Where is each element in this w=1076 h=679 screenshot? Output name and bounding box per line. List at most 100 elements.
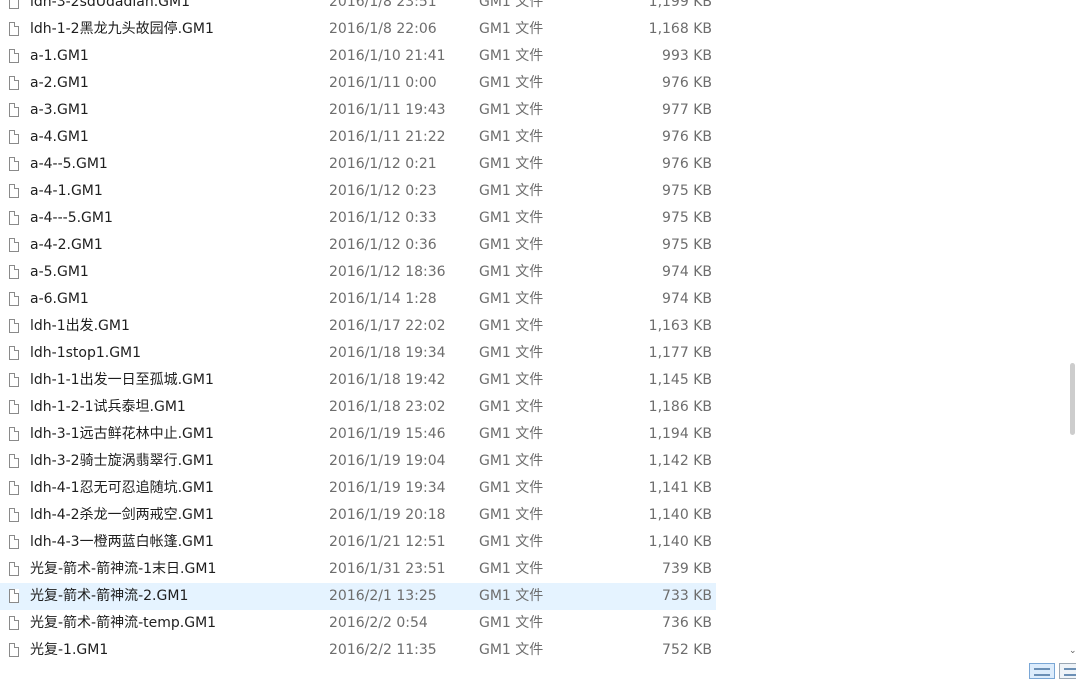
file-type: GM1 文件 [479,399,544,415]
file-name: a-4-1.GM1 [30,183,103,199]
file-row[interactable]: ldh-4-1忍无可忍追随坑.GM1 2016/1/19 19:34 GM1 文件 1… [0,475,720,502]
scroll-down-arrow-icon[interactable]: ⌄ [1069,646,1076,656]
file-name: 光复-箭术-箭神流-temp.GM1 [30,615,217,631]
file-type: GM1 文件 [479,507,544,523]
file-name: ldh-4-1忍无可忍追随坑.GM1 [30,480,214,496]
file-date-modified: 2016/1/18 23:02 [329,399,446,415]
file-date-modified: 2016/1/11 19:43 [329,102,446,118]
file-size: 1,199 KB [648,0,712,10]
file-row[interactable]: a-2.GM1 2016/1/11 0:00 GM1 文件 976 KB [0,70,720,97]
file-date-modified: 2016/1/14 1:28 [329,291,437,307]
file-type: GM1 文件 [479,345,544,361]
file-date-modified: 2016/1/18 19:34 [329,345,446,361]
file-type: GM1 文件 [479,615,544,631]
vertical-scrollbar[interactable]: ⌄ [1068,0,1076,664]
scrollbar-thumb[interactable] [1070,363,1075,435]
file-row[interactable]: 光复-箭术-箭神流-1末日.GM1 2016/1/31 23:51 GM1 文件 73… [0,556,720,583]
file-size: 1,163 KB [648,318,712,334]
file-row[interactable]: a-4-1.GM1 2016/1/12 0:23 GM1 文件 975 KB [0,178,720,205]
large-icons-view-button[interactable] [1059,663,1076,679]
file-size: 1,145 KB [648,372,712,388]
file-size: 974 KB [662,291,712,307]
file-date-modified: 2016/1/19 19:34 [329,480,446,496]
file-icon [9,400,19,414]
file-icon [9,157,19,171]
file-row[interactable]: ldh-1-2-1试兵泰坦.GM1 2016/1/18 23:02 GM1 文件 1,… [0,394,720,421]
file-row[interactable]: 光复-1.GM1 2016/2/2 11:35 GM1 文件 752 KB [0,637,720,664]
file-row[interactable]: 光复-箭术-箭神流-temp.GM1 2016/2/2 0:54 GM1 文件 736… [0,610,720,637]
details-view-button[interactable] [1029,663,1055,679]
file-icon [9,454,19,468]
file-size: 977 KB [662,102,712,118]
file-row[interactable]: ldh-3-1远古鲜花林中止.GM1 2016/1/19 15:46 GM1 文件 1… [0,421,720,448]
file-name: a-1.GM1 [30,48,89,64]
file-row[interactable]: a-1.GM1 2016/1/10 21:41 GM1 文件 993 KB [0,43,720,70]
file-icon [9,373,19,387]
large-icons-view-icon [1064,668,1076,676]
file-row[interactable]: a-4.GM1 2016/1/11 21:22 GM1 文件 976 KB [0,124,720,151]
file-icon [9,22,19,36]
file-size: 976 KB [662,129,712,145]
file-row[interactable]: ldh-3-2骑士旋涡翡翠行.GM1 2016/1/19 19:04 GM1 文件 1… [0,448,720,475]
file-date-modified: 2016/1/17 22:02 [329,318,446,334]
file-row[interactable]: a-4---5.GM1 2016/1/12 0:33 GM1 文件 975 KB [0,205,720,232]
file-row[interactable]: ldh-3-2sdUdadian.GM1 2016/1/8 23:51 GM1 文件… [0,0,720,16]
file-name: a-4.GM1 [30,129,89,145]
file-size: 739 KB [662,561,712,577]
file-date-modified: 2016/1/19 15:46 [329,426,446,442]
file-date-modified: 2016/1/12 0:36 [329,237,437,253]
file-name: ldh-3-2骑士旋涡翡翠行.GM1 [30,453,214,469]
file-type: GM1 文件 [479,534,544,550]
file-icon [9,265,19,279]
file-name: a-6.GM1 [30,291,89,307]
file-row[interactable]: a-5.GM1 2016/1/12 18:36 GM1 文件 974 KB [0,259,720,286]
file-icon [9,76,19,90]
file-date-modified: 2016/1/11 21:22 [329,129,446,145]
file-type: GM1 文件 [479,372,544,388]
file-name: a-5.GM1 [30,264,89,280]
file-size: 976 KB [662,156,712,172]
file-row[interactable]: a-3.GM1 2016/1/11 19:43 GM1 文件 977 KB [0,97,720,124]
file-icon [9,0,19,9]
file-size: 733 KB [662,588,712,604]
file-name: a-3.GM1 [30,102,89,118]
file-row[interactable]: a-4-2.GM1 2016/1/12 0:36 GM1 文件 975 KB [0,232,720,259]
file-name: ldh-3-1远古鲜花林中止.GM1 [30,426,214,442]
file-size: 993 KB [662,48,712,64]
file-row[interactable]: ldh-4-3一橙两蓝白帐篷.GM1 2016/1/21 12:51 GM1 文件 1… [0,529,720,556]
file-icon [9,589,19,603]
file-name: 光复-1.GM1 [30,642,109,658]
file-name: 光复-箭术-箭神流-2.GM1 [30,588,189,604]
file-type: GM1 文件 [479,237,544,253]
file-row[interactable]: a-4--5.GM1 2016/1/12 0:21 GM1 文件 976 KB [0,151,720,178]
file-row[interactable]: ldh-1-1出发一日至孤城.GM1 2016/1/18 19:42 GM1 文件 1… [0,367,720,394]
file-type: GM1 文件 [479,480,544,496]
file-date-modified: 2016/1/12 18:36 [329,264,446,280]
file-name: ldh-1stop1.GM1 [30,345,142,361]
file-icon [9,643,19,657]
file-type: GM1 文件 [479,561,544,577]
file-row[interactable]: a-6.GM1 2016/1/14 1:28 GM1 文件 974 KB [0,286,720,313]
file-date-modified: 2016/1/8 23:51 [329,0,437,10]
file-row[interactable]: ldh-1-2黑龙九头故园停.GM1 2016/1/8 22:06 GM1 文件 1,… [0,16,720,43]
file-name: a-2.GM1 [30,75,89,91]
file-icon [9,238,19,252]
file-row[interactable]: ldh-1出发.GM1 2016/1/17 22:02 GM1 文件 1,163 KB [0,313,720,340]
file-type: GM1 文件 [479,48,544,64]
file-name: a-4-2.GM1 [30,237,103,253]
file-type: GM1 文件 [479,210,544,226]
file-row[interactable]: ldh-1stop1.GM1 2016/1/18 19:34 GM1 文件 1,177… [0,340,720,367]
file-name: a-4---5.GM1 [30,210,113,226]
file-size: 1,140 KB [648,534,712,550]
file-size: 1,141 KB [648,480,712,496]
file-list: ldh-3-2sdUdadian.GM1 2016/1/8 23:51 GM1 文件… [0,0,720,664]
file-type: GM1 文件 [479,129,544,145]
file-type: GM1 文件 [479,264,544,280]
file-type: GM1 文件 [479,291,544,307]
file-row[interactable]: ldh-4-2杀龙一剑两戒空.GM1 2016/1/19 20:18 GM1 文件 1… [0,502,720,529]
file-date-modified: 2016/2/2 11:35 [329,642,437,658]
file-row[interactable]: 光复-箭术-箭神流-2.GM1 2016/2/1 13:25 GM1 文件 733 K… [0,583,716,610]
file-name: ldh-1出发.GM1 [30,318,130,334]
file-icon [9,49,19,63]
file-icon [9,319,19,333]
